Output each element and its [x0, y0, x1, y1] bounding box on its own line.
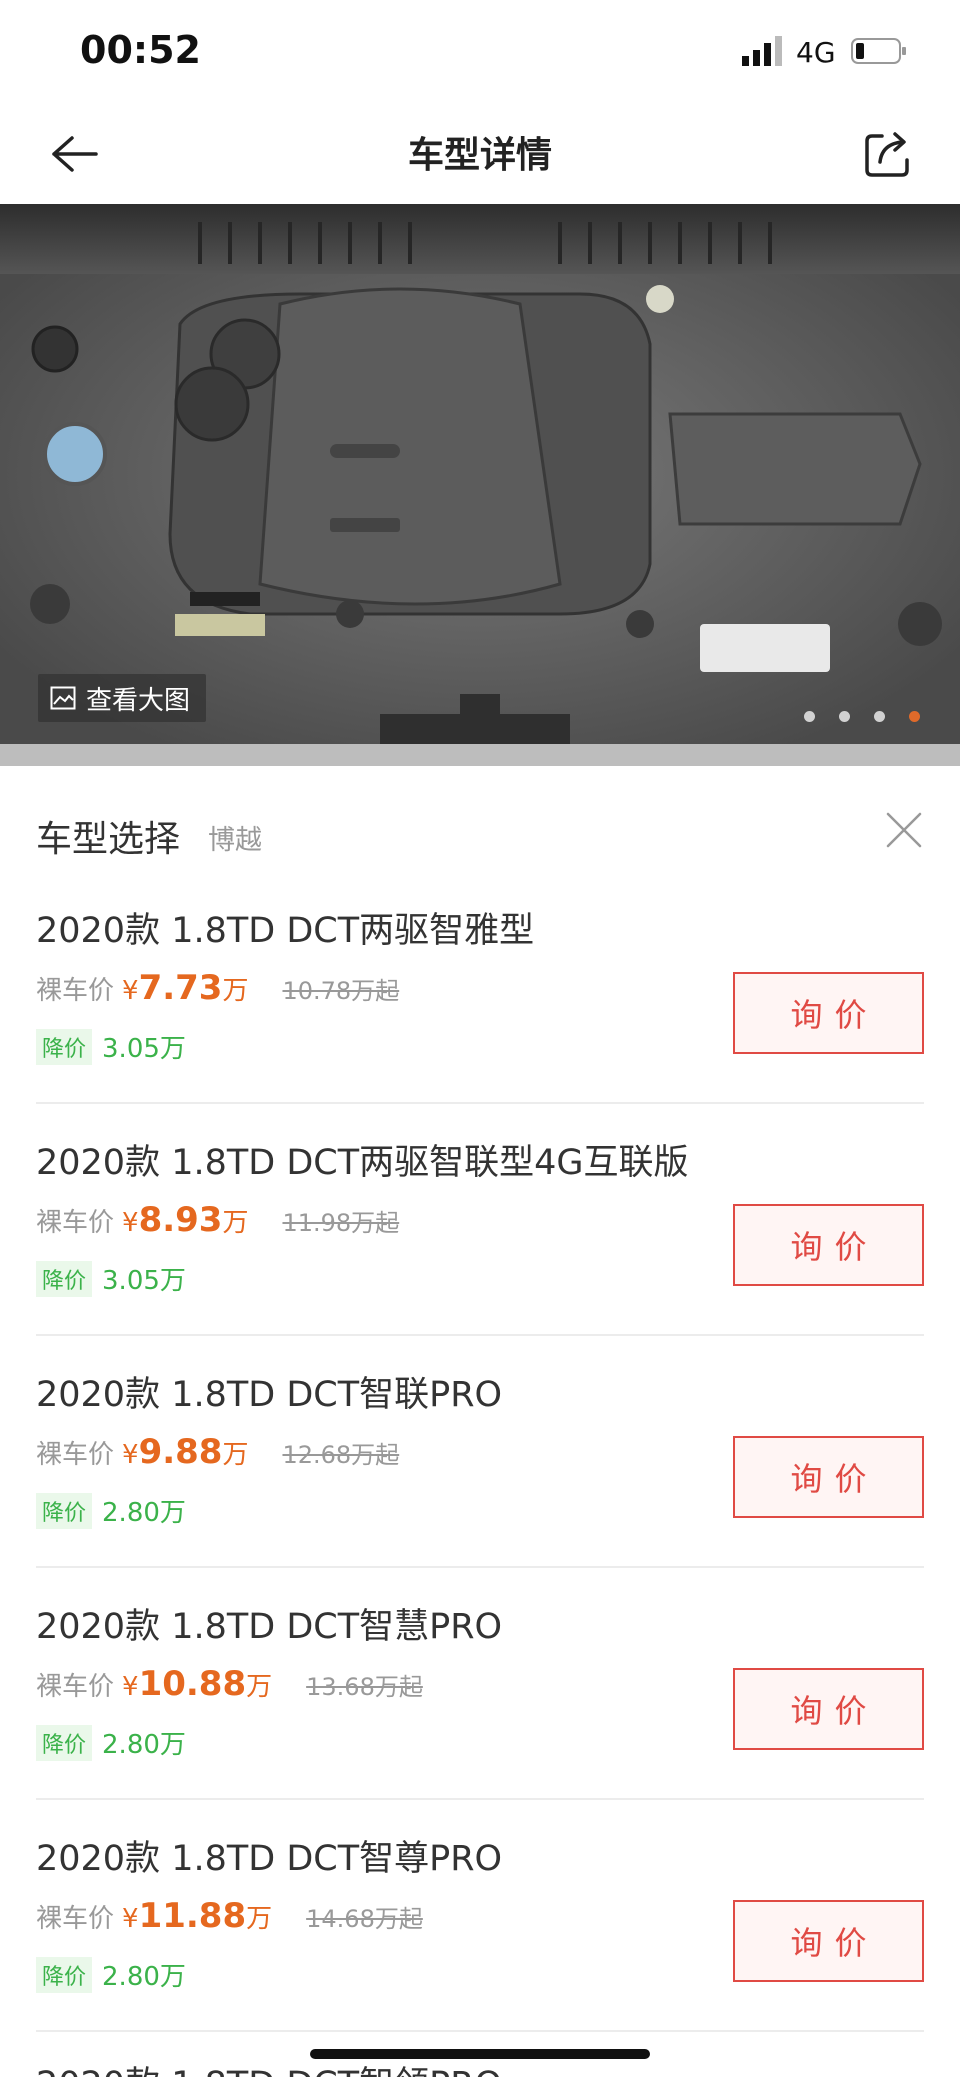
nav-bar: 车型详情	[0, 100, 960, 204]
original-price: 14.68万起	[306, 1905, 423, 1933]
model-name: 2020款 1.8TD DCT两驱智联型4G互联版	[36, 1143, 689, 1183]
carousel-indicator	[804, 711, 920, 722]
drop-value: 3.05万	[102, 1034, 186, 1064]
view-large-button[interactable]: 查看大图	[38, 674, 207, 722]
original-price: 10.78万起	[282, 977, 400, 1005]
bare-price: 9.88	[138, 1432, 223, 1472]
inquiry-button[interactable]: 询价	[733, 1204, 924, 1286]
inquiry-button[interactable]: 询价	[733, 1900, 924, 1982]
original-price: 13.68万起	[306, 1673, 423, 1701]
divider	[36, 1334, 924, 1336]
model-name: 2020款 1.8TD DCT两驱智雅型	[36, 911, 535, 951]
image-icon	[50, 686, 76, 710]
sheet-title: 车型选择	[36, 819, 181, 860]
list-item[interactable]: 2020款 1.8TD DCT两驱智雅型 裸车价 ¥ 7.73 万 10.78万…	[0, 902, 960, 1134]
list-item[interactable]: 2020款 1.8TD DCT智领PRO	[0, 2062, 960, 2077]
bare-price: 8.93	[138, 1200, 223, 1240]
price-line: 裸车价 ¥ 8.93 万 11.98万起	[36, 1200, 399, 1240]
model-name: 2020款 1.8TD DCT智联PRO	[36, 1375, 503, 1415]
price-line: 裸车价 ¥ 9.88 万 12.68万起	[36, 1432, 399, 1472]
price-unit: 万	[246, 1672, 273, 1702]
drop-tag: 降价	[36, 1260, 93, 1297]
inquiry-button[interactable]: 询价	[733, 972, 924, 1054]
divider	[36, 1798, 924, 1800]
currency-symbol: ¥	[122, 1440, 139, 1470]
price-line: 裸车价 ¥ 11.88 万 14.68万起	[36, 1896, 423, 1936]
currency-symbol: ¥	[122, 1208, 139, 1238]
drop-tag: 降价	[36, 1028, 93, 1065]
carousel-dot[interactable]	[874, 711, 885, 722]
page-title: 车型详情	[407, 135, 552, 176]
price-label: 裸车价	[36, 1440, 115, 1470]
price-line: 裸车价 ¥ 7.73 万 10.78万起	[36, 968, 399, 1008]
drop-tag: 降价	[36, 1956, 93, 1993]
price-drop: 降价 3.05万	[36, 1028, 186, 1065]
currency-symbol: ¥	[122, 1672, 139, 1702]
sheet-backdrop	[0, 744, 960, 766]
model-name: 2020款 1.8TD DCT智慧PRO	[36, 1607, 503, 1647]
original-price: 12.68万起	[282, 1441, 400, 1469]
engine-bay-photo	[0, 204, 960, 744]
model-selection-sheet: 车型选择 博越 2020款 1.8TD DCT两驱智雅型 裸车价 ¥ 7.73 …	[0, 766, 960, 2077]
original-price: 11.98万起	[282, 1209, 400, 1237]
list-item[interactable]: 2020款 1.8TD DCT智尊PRO 裸车价 ¥ 11.88 万 14.68…	[0, 1830, 960, 2062]
divider	[36, 1566, 924, 1568]
close-icon[interactable]	[880, 806, 928, 854]
inquiry-button[interactable]: 询价	[733, 1436, 924, 1518]
price-unit: 万	[222, 1440, 249, 1470]
status-time: 00:52	[80, 28, 201, 72]
network-type: 4G	[796, 36, 836, 69]
price-unit: 万	[222, 976, 249, 1006]
model-name: 2020款 1.8TD DCT智领PRO	[36, 2062, 502, 2077]
currency-symbol: ¥	[122, 976, 139, 1006]
bare-price: 10.88	[138, 1664, 247, 1704]
price-unit: 万	[246, 1904, 273, 1934]
carousel-dot[interactable]	[839, 711, 850, 722]
list-item[interactable]: 2020款 1.8TD DCT智联PRO 裸车价 ¥ 9.88 万 12.68万…	[0, 1366, 960, 1598]
price-label: 裸车价	[36, 1904, 115, 1934]
divider	[36, 1102, 924, 1104]
price-unit: 万	[222, 1208, 249, 1238]
drop-value: 3.05万	[102, 1266, 186, 1296]
price-drop: 降价 3.05万	[36, 1260, 186, 1297]
series-name: 博越	[208, 825, 262, 856]
currency-symbol: ¥	[122, 1904, 139, 1934]
status-bar: 00:52 4G	[0, 0, 960, 100]
signal-icon	[742, 36, 782, 66]
price-line: 裸车价 ¥ 10.88 万 13.68万起	[36, 1664, 423, 1704]
photo-gallery[interactable]: 查看大图	[0, 204, 960, 744]
price-drop: 降价 2.80万	[36, 1956, 186, 1993]
drop-tag: 降价	[36, 1724, 93, 1761]
view-large-label: 查看大图	[86, 685, 191, 716]
list-item[interactable]: 2020款 1.8TD DCT两驱智联型4G互联版 裸车价 ¥ 8.93 万 1…	[0, 1134, 960, 1366]
price-label: 裸车价	[36, 1208, 115, 1238]
share-button[interactable]	[858, 124, 918, 184]
price-drop: 降价 2.80万	[36, 1724, 186, 1761]
carousel-dot-active[interactable]	[909, 711, 920, 722]
share-icon	[865, 132, 909, 177]
drop-value: 2.80万	[102, 1962, 186, 1992]
inquiry-button[interactable]: 询价	[733, 1668, 924, 1750]
list-item[interactable]: 2020款 1.8TD DCT智慧PRO 裸车价 ¥ 10.88 万 13.68…	[0, 1598, 960, 1830]
price-drop: 降价 2.80万	[36, 1492, 186, 1529]
drop-tag: 降价	[36, 1492, 93, 1529]
battery-icon	[851, 38, 906, 64]
model-name: 2020款 1.8TD DCT智尊PRO	[36, 1839, 503, 1879]
carousel-dot[interactable]	[804, 711, 815, 722]
drop-value: 2.80万	[102, 1730, 186, 1760]
divider	[36, 2030, 924, 2032]
price-label: 裸车价	[36, 1672, 115, 1702]
bare-price: 7.73	[138, 968, 223, 1008]
price-label: 裸车价	[36, 976, 115, 1006]
bare-price: 11.88	[138, 1896, 247, 1936]
drop-value: 2.80万	[102, 1498, 186, 1528]
home-indicator	[310, 2049, 650, 2059]
